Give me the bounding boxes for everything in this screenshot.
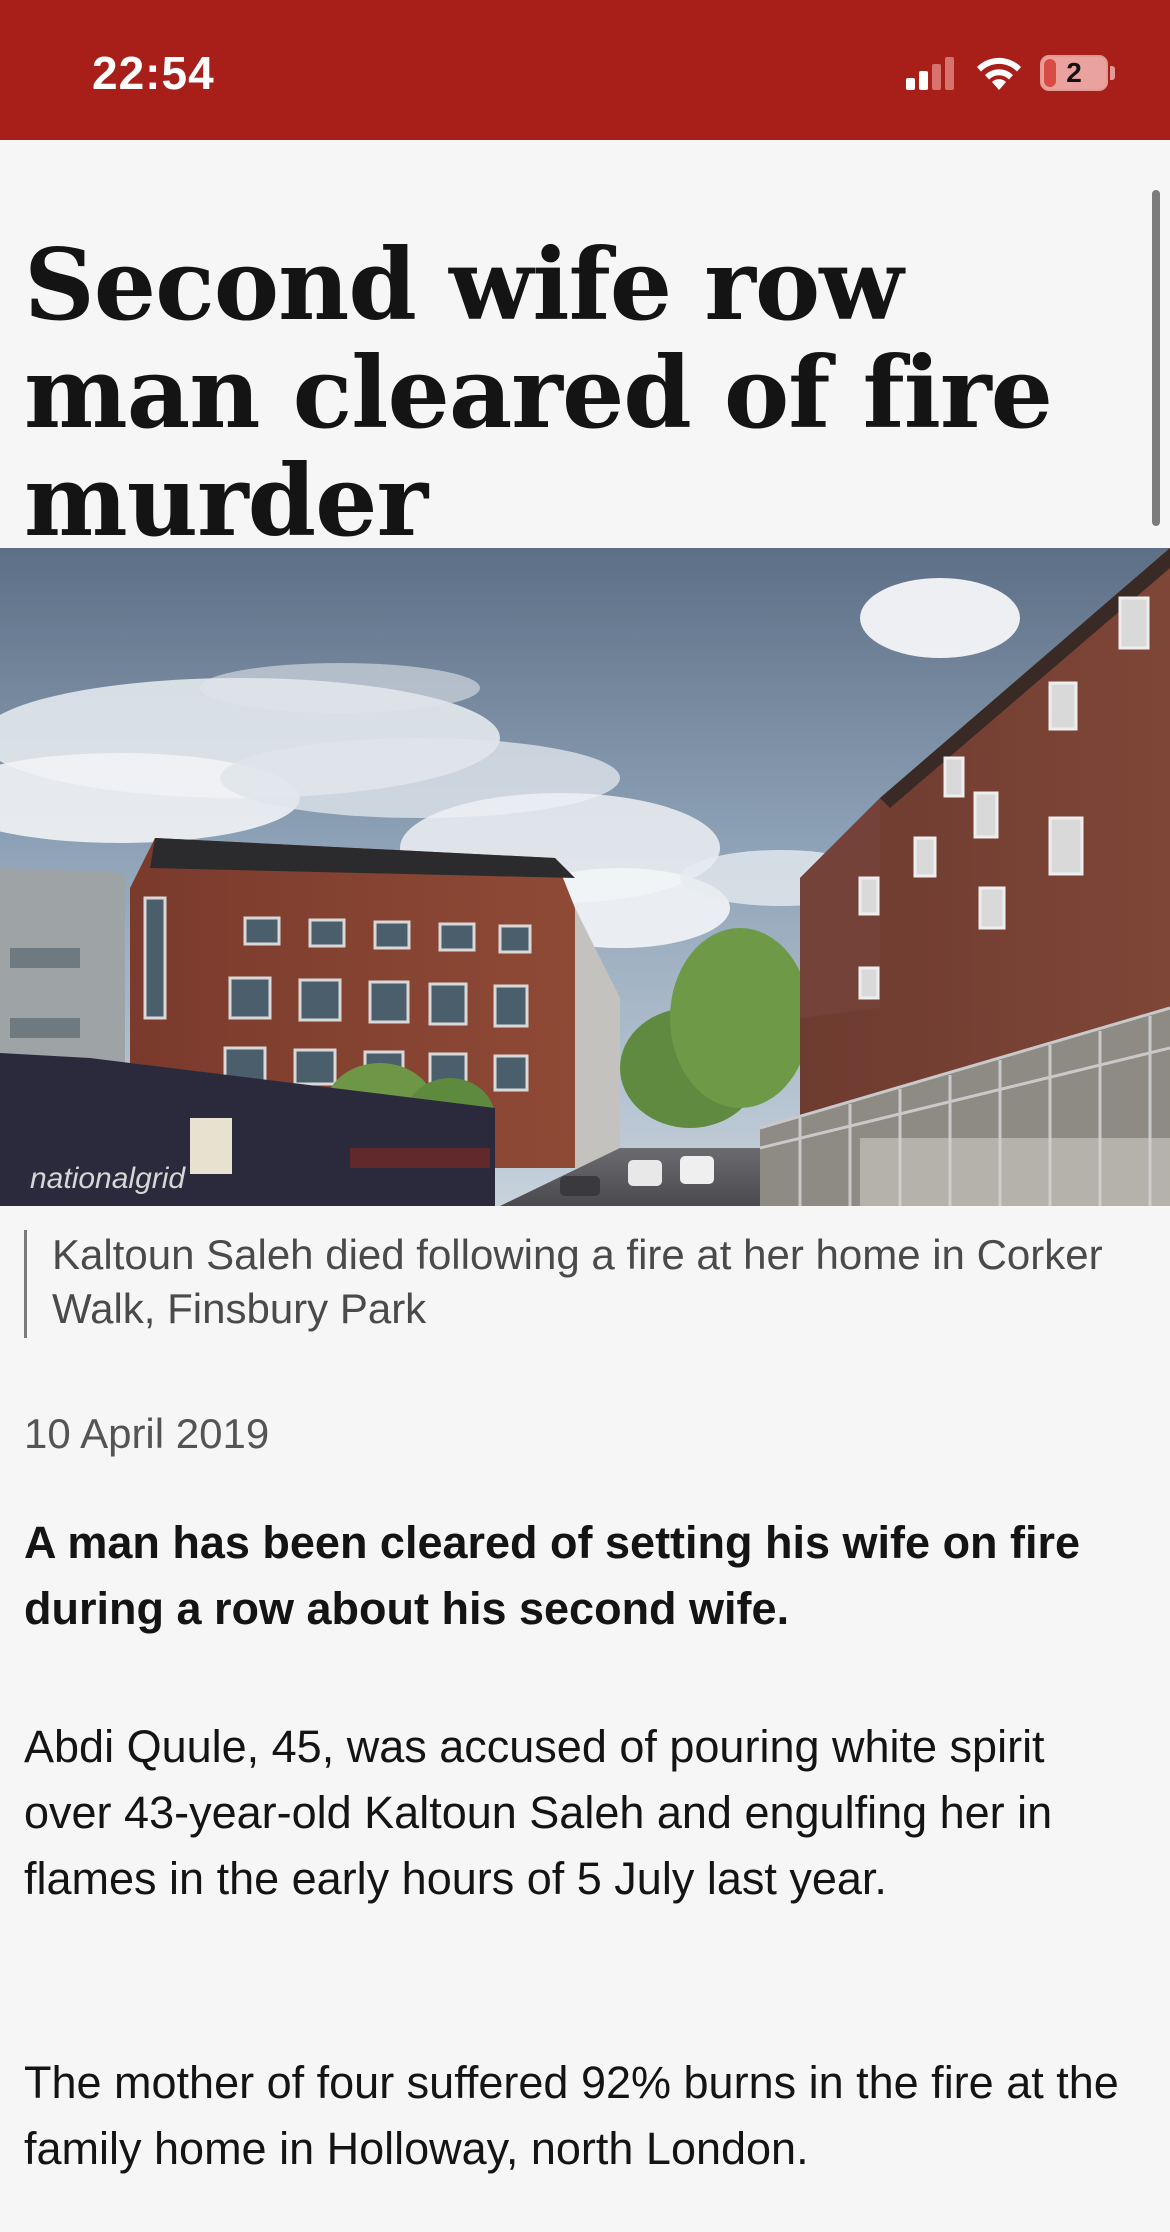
- image-caption: Kaltoun Saleh died following a fire at h…: [52, 1231, 1103, 1332]
- scrollbar[interactable]: [1152, 190, 1160, 526]
- battery-level: 2: [1066, 57, 1082, 88]
- caption-rule: [24, 1230, 27, 1338]
- article-lead: A man has been cleared of setting his wi…: [24, 1517, 1081, 1634]
- status-time: 22:54: [92, 47, 215, 99]
- article-image: nationalgrid: [0, 548, 1170, 1206]
- hoarding-label: nationalgrid: [30, 1162, 186, 1195]
- battery-tip: [1110, 66, 1115, 80]
- article-date: 10 April 2019: [24, 1410, 270, 1457]
- article-paragraph-2: The mother of four suffered 92% burns in…: [24, 2057, 1119, 2174]
- battery-icon: 2: [1040, 55, 1108, 91]
- article-paragraph-1: Abdi Quule, 45, was accused of pouring w…: [24, 1721, 1053, 1904]
- wifi-icon: [977, 57, 1021, 90]
- article-headline: Second wife row man cleared of fire murd…: [24, 228, 1053, 559]
- status-bar: 22:54 2: [0, 0, 1170, 140]
- signal-icon: [906, 57, 954, 90]
